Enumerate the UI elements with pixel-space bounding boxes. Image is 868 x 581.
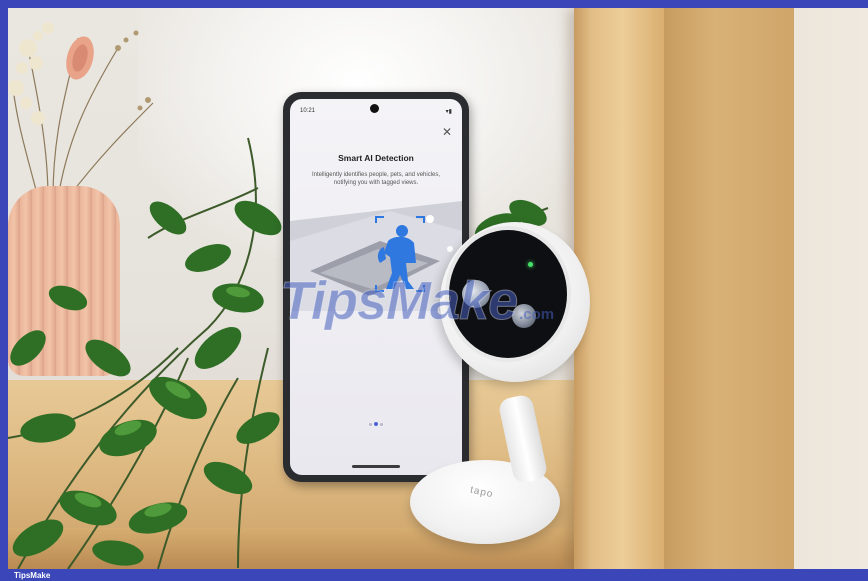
carousel-dot[interactable] [380, 423, 383, 426]
front-camera [370, 104, 379, 113]
home-indicator[interactable] [352, 465, 400, 468]
screen-title: Smart AI Detection [338, 153, 414, 163]
footer-brand: TipsMake [14, 571, 51, 580]
detection-illustration [290, 201, 462, 311]
phone-screen: 10:21 ▾▮ ✕ Smart AI Detection Intelligen… [290, 99, 462, 475]
screen-description: Intelligently identifies people, pets, a… [311, 172, 441, 186]
status-time: 10:21 [300, 108, 316, 114]
shelf-post-face [664, 8, 794, 569]
carousel-dot[interactable] [369, 423, 372, 426]
camera-lens [462, 280, 490, 308]
battery-icon: ▾▮ [445, 108, 452, 115]
carousel-dots[interactable] [290, 413, 462, 431]
close-icon[interactable]: ✕ [442, 125, 452, 139]
camera-status-led [528, 262, 533, 267]
camera-sensor [512, 304, 536, 328]
carousel-dot-active[interactable] [374, 422, 378, 426]
footer-bar [0, 569, 868, 581]
